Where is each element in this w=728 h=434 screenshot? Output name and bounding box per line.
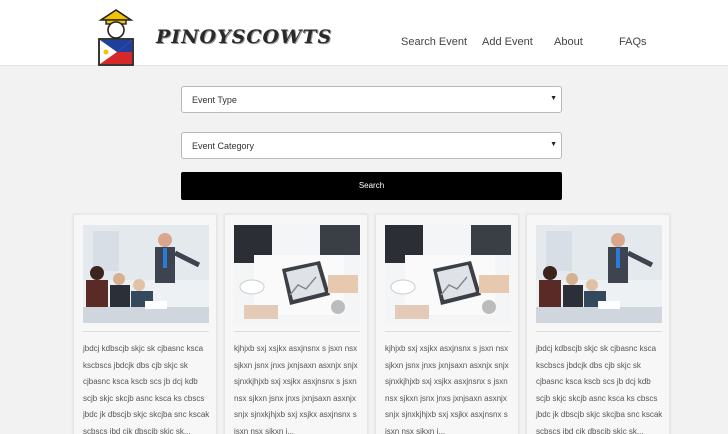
event-card[interactable]: kjhjxb sxj xsjkx asxjnsnx s jsxn nsx sjk… <box>375 214 519 434</box>
logo-icon[interactable] <box>95 8 137 66</box>
presentation-photo[interactable] <box>536 225 662 323</box>
card-divider <box>234 331 360 332</box>
event-category-value: Event Category <box>192 141 255 151</box>
event-category-select[interactable]: Event Category ▼ <box>181 132 562 159</box>
event-type-value: Event Type <box>192 95 237 105</box>
nav-add-event[interactable]: Add Event <box>482 36 533 48</box>
card-description: jbdcj kdbscjb skjc sk cjbasnc ksca kscbs… <box>536 344 663 434</box>
nav-search-event[interactable]: Search Event <box>401 36 467 48</box>
card-description: jbdcj kdbscjb skjc sk cjbasnc ksca kscbs… <box>83 344 210 434</box>
card-divider <box>385 331 511 332</box>
search-button[interactable]: Search <box>181 172 562 200</box>
event-card[interactable]: jbdcj kdbscjb skjc sk cjbasnc ksca kscbs… <box>73 214 217 434</box>
card-description: kjhjxb sxj xsjkx asxjnsnx s jsxn nsx sjk… <box>234 344 358 434</box>
card-divider <box>536 331 662 332</box>
nav-about[interactable]: About <box>554 36 583 48</box>
chevron-down-icon: ▼ <box>550 95 557 102</box>
chevron-down-icon: ▼ <box>550 141 557 148</box>
nav-faqs[interactable]: FAQs <box>619 36 647 48</box>
card-description: kjhjxb sxj xsjkx asxjnsnx s jsxn nsx sjk… <box>385 344 509 434</box>
presentation-photo[interactable] <box>83 225 209 323</box>
meeting-table-photo[interactable] <box>234 225 360 323</box>
meeting-table-photo[interactable] <box>385 225 511 323</box>
event-card[interactable]: kjhjxb sxj xsjkx asxjnsnx s jsxn nsx sjk… <box>224 214 368 434</box>
navbar: PINOYSCOWTS Search Event Add Event About… <box>0 6 728 66</box>
event-type-select[interactable]: Event Type ▼ <box>181 86 562 113</box>
card-divider <box>83 331 209 332</box>
brand-name[interactable]: PINOYSCOWTS <box>156 26 332 48</box>
event-card[interactable]: jbdcj kdbscjb skjc sk cjbasnc ksca kscbs… <box>526 214 670 434</box>
